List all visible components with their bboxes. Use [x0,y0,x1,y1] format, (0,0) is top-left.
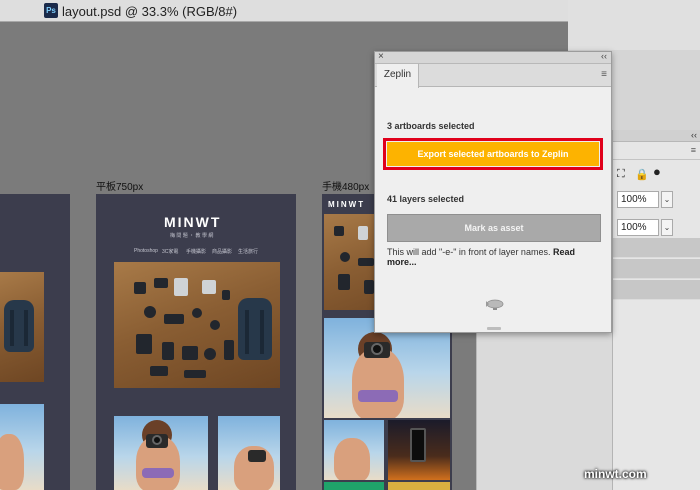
mobile-yellow-bar [388,482,450,490]
lock-icon[interactable]: 🔒 [635,168,649,181]
fill-icon[interactable]: ● [653,164,661,179]
document-title: layout.psd @ 33.3% (RGB/8#) [62,4,238,19]
layer-row-1[interactable] [613,238,700,258]
artboard-tablet[interactable]: MINWT 梅 問 題 ・ 教 學 網 Photoshop 3C家電 手機攝影 … [96,194,296,490]
hint-text: This will add "-e-" in front of layer na… [387,247,551,257]
document-tab[interactable]: Ps layout.psd @ 33.3% (RGB/8#) [0,0,568,22]
backpack-shape [4,300,34,352]
properties-collapse-icon[interactable]: ‹‹ [691,130,697,140]
tablet-nav-1: Photoshop [134,248,158,254]
zeplin-panel[interactable]: × ‹‹ Zeplin ≡ 3 artboards selected Expor… [374,51,612,333]
panel-menu-icon[interactable]: ≡ [601,69,607,80]
mobile-photo-small-1 [324,420,384,480]
mark-asset-hint: This will add "-e-" in front of layer na… [387,247,601,267]
artboard-desktop-photo-woman [0,404,44,490]
tablet-photo-woman-1 [114,416,208,490]
photoshop-file-icon: Ps [44,3,58,18]
layer-row-2[interactable] [613,259,700,279]
artboard-desktop-photo-bags [0,272,44,382]
tablet-nav-3: 手機攝影 [186,249,207,255]
fill-dropdown-icon[interactable]: ⌄ [661,219,673,236]
mobile-photo-small-2 [388,420,450,480]
export-artboards-button[interactable]: Export selected artboards to Zeplin [387,142,599,166]
opacity-field[interactable]: 100% [617,191,659,208]
mobile-photo-woman [324,318,450,418]
layer-row-3[interactable] [613,280,700,300]
tablet-nav-2: 3C家電 [162,249,179,255]
tablet-photo-woman-2 [218,416,280,490]
close-icon[interactable]: × [378,51,384,62]
collapse-icon[interactable]: ‹‹ [601,51,607,61]
ps-panel-dock-top [568,0,700,50]
artboards-selected-text: 3 artboards selected [387,121,475,131]
mobile-logo: MINWT [328,200,366,209]
mobile-green-bar [324,482,384,490]
fill-field[interactable]: 100% [617,219,659,236]
tablet-nav-5: 生活旅行 [238,249,259,255]
tablet-logo: MINWT [164,214,222,230]
tablet-nav-4: 商品攝影 [212,249,233,255]
transform-icon[interactable]: ⛶ [617,168,625,181]
properties-panel-header [613,130,700,142]
zeppelin-icon [486,299,504,310]
artboard-label-tablet: 平板750px [96,182,144,193]
artboard-label-mobile: 手機480px [322,182,370,193]
zeplin-tab-row: Zeplin ≡ [375,64,611,88]
properties-panel[interactable]: ‹‹ ≡ ⛶ 🔒 ● 100% ⌄ 100% ⌄ [612,130,700,490]
properties-panel-tabs [613,142,700,160]
layers-selected-text: 41 layers selected [387,194,465,204]
mark-as-asset-button[interactable]: Mark as asset [387,214,601,242]
tab-zeplin[interactable]: Zeplin [377,64,419,88]
properties-menu-icon[interactable]: ≡ [691,145,696,155]
watermark: minwt.com [584,467,647,481]
artboard-desktop[interactable] [0,194,70,490]
panel-resize-handle[interactable] [487,327,501,330]
opacity-dropdown-icon[interactable]: ⌄ [661,191,673,208]
tablet-tagline: 梅 問 題 ・ 教 學 網 [170,233,214,239]
zeplin-panel-titlebar[interactable]: × ‹‹ [375,51,611,64]
tablet-hero-photo [114,262,280,388]
